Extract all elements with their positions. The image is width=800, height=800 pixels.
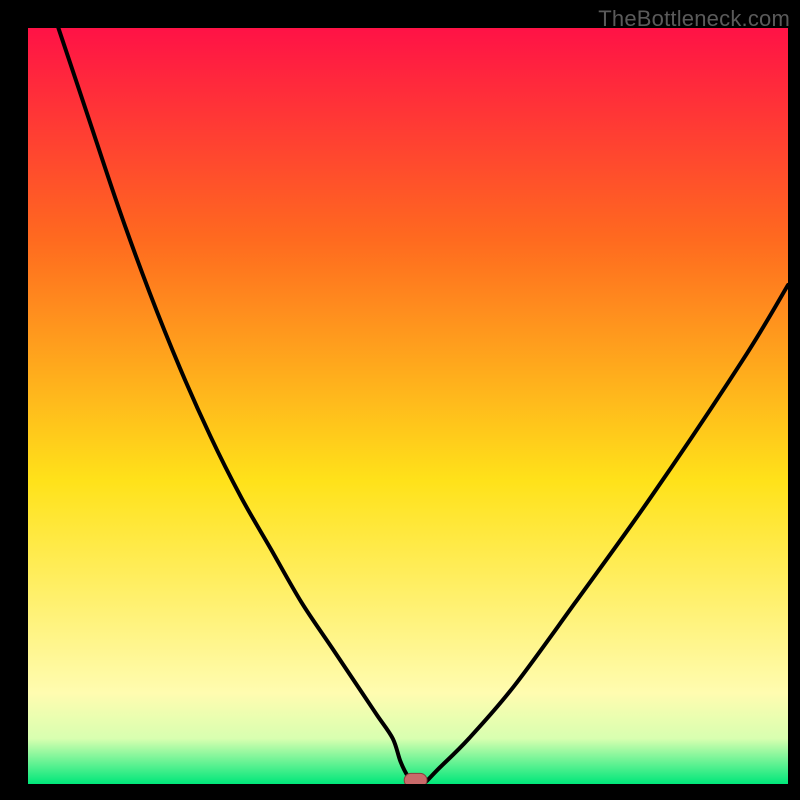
- watermark-text: TheBottleneck.com: [598, 6, 790, 32]
- gradient-background: [28, 28, 788, 784]
- chart-svg: [28, 28, 788, 784]
- plot-area: [28, 28, 788, 784]
- chart-frame: TheBottleneck.com: [0, 0, 800, 800]
- optimal-marker: [404, 773, 427, 784]
